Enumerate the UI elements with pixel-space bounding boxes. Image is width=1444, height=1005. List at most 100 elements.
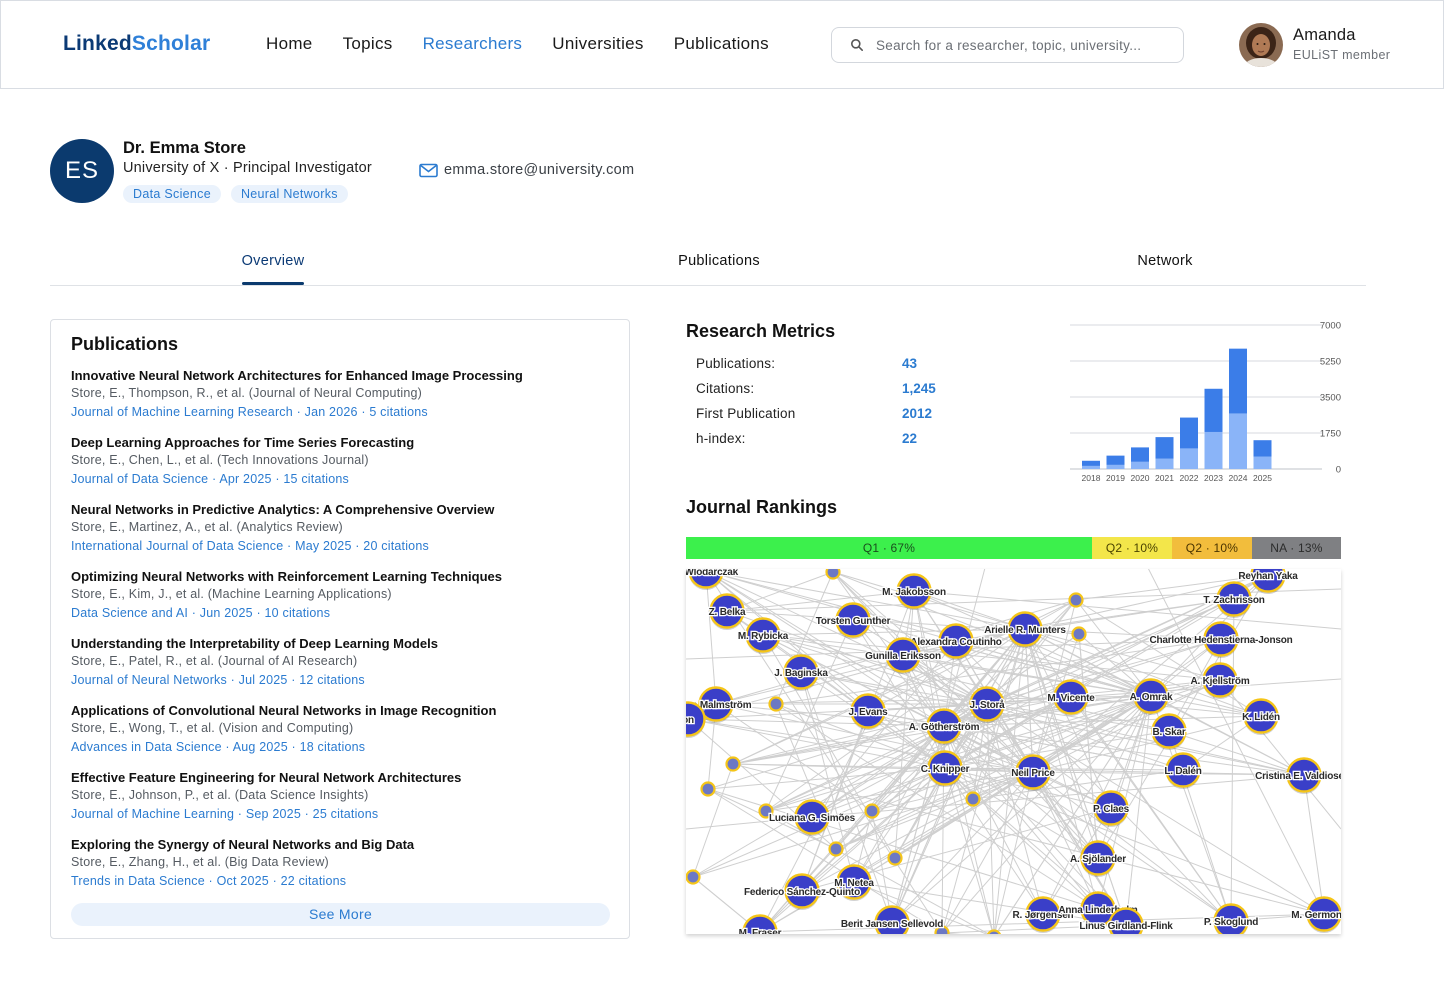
publication-item[interactable]: Effective Feature Engineering for Neural…: [71, 770, 611, 837]
network-node[interactable]: Cristina E. Valdiosera: [1254, 757, 1341, 795]
bar-segment[interactable]: [1106, 455, 1125, 465]
user-avatar[interactable]: [1239, 23, 1283, 67]
bar-segment[interactable]: [1229, 413, 1247, 469]
publication-item[interactable]: Innovative Neural Network Architectures …: [71, 368, 611, 435]
network-node[interactable]: B. Skar: [1151, 713, 1187, 751]
network-node-label: A. Götherström: [909, 722, 980, 733]
tag-data-science[interactable]: Data Science: [123, 185, 221, 203]
profile-email[interactable]: emma.store@university.com: [419, 162, 634, 178]
publication-title[interactable]: Effective Feature Engineering for Neural…: [71, 770, 611, 785]
publication-item[interactable]: Optimizing Neural Networks with Reinforc…: [71, 569, 611, 636]
network-node-label: B. Skar: [1152, 727, 1185, 738]
bar-segment[interactable]: [1082, 465, 1100, 469]
publication-authors: Store, E., Patel, R., et al. (Journal of…: [71, 654, 358, 668]
publication-journal-link[interactable]: Trends in Data Science · Oct 2025 · 22 c…: [71, 874, 611, 888]
bar-segment[interactable]: [1131, 461, 1149, 469]
tag-neural-networks[interactable]: Neural Networks: [230, 185, 348, 203]
ranking-segment[interactable]: Q1 · 67%: [686, 537, 1093, 559]
search-input[interactable]: [876, 34, 1172, 56]
bar-segment[interactable]: [1204, 431, 1223, 469]
x-tick-label: 2019: [1106, 473, 1125, 483]
network-minor-node[interactable]: [1071, 626, 1087, 642]
ranking-segment[interactable]: NA · 13%: [1251, 537, 1341, 559]
network-node-label: M. Germonpré: [1291, 910, 1341, 921]
user-name: Amanda: [1293, 26, 1356, 44]
network-node[interactable]: P. Skoglund: [1203, 903, 1260, 935]
network-edge: [705, 570, 717, 705]
publication-item[interactable]: Neural Networks in Predictive Analytics:…: [71, 502, 611, 569]
network-minor-node[interactable]: [965, 791, 981, 807]
bar-segment[interactable]: [1131, 447, 1149, 462]
network-node-label: K. Lidén: [1242, 712, 1280, 723]
nav-item-universities[interactable]: Universities: [552, 34, 643, 54]
nav-item-publications[interactable]: Publications: [674, 34, 769, 54]
network-minor-node[interactable]: [825, 569, 841, 580]
publication-journal-link[interactable]: Journal of Machine Learning · Sep 2025 ·…: [71, 807, 611, 821]
network-minor-node[interactable]: [828, 841, 844, 857]
tab-overview[interactable]: Overview: [242, 253, 305, 269]
publication-title[interactable]: Understanding the Interpretability of De…: [71, 636, 611, 651]
network-minor-node[interactable]: [864, 803, 880, 819]
bar-segment[interactable]: [1253, 440, 1272, 457]
publication-item[interactable]: Exploring the Synergy of Neural Networks…: [71, 837, 611, 904]
ranking-segment[interactable]: Q2 · 10%: [1092, 537, 1172, 559]
network-node[interactable]: M. Germonpré: [1290, 896, 1341, 934]
publication-item[interactable]: Understanding the Interpretability of De…: [71, 636, 611, 703]
publication-journal-link[interactable]: Advances in Data Science · Aug 2025 · 18…: [71, 740, 611, 754]
publication-title[interactable]: Exploring the Synergy of Neural Networks…: [71, 837, 611, 852]
metric-label-first-publication: First Publication: [696, 406, 796, 421]
publication-journal-link[interactable]: Data Science and AI · Jun 2025 · 10 cita…: [71, 606, 611, 620]
publication-title[interactable]: Optimizing Neural Networks with Reinforc…: [71, 569, 611, 584]
network-minor-node[interactable]: [887, 850, 903, 866]
bar-segment[interactable]: [1082, 460, 1100, 466]
publication-item[interactable]: Applications of Convolutional Neural Net…: [71, 703, 611, 770]
publication-title[interactable]: Applications of Convolutional Neural Net…: [71, 703, 611, 718]
publication-journal-link[interactable]: Journal of Machine Learning Research · J…: [71, 405, 611, 419]
user-photo-icon: [1239, 23, 1283, 67]
journal-rankings-title: Journal Rankings: [686, 497, 838, 517]
network-minor-node[interactable]: [725, 756, 741, 772]
publication-authors: Store, E., Kim, J., et al. (Machine Lear…: [71, 587, 392, 601]
app-logo[interactable]: LinkedScholar: [63, 32, 210, 56]
bar-segment[interactable]: [1106, 464, 1125, 469]
email-address: emma.store@university.com: [444, 162, 635, 178]
bar-segment[interactable]: [1180, 417, 1198, 449]
nav-item-researchers[interactable]: Researchers: [423, 34, 523, 54]
x-tick-label: 2018: [1082, 473, 1101, 483]
nav-item-home[interactable]: Home: [266, 34, 313, 54]
network-node[interactable]: L. Dalén: [1163, 752, 1203, 790]
metric-value-h-index: 22: [902, 431, 918, 446]
network-minor-node[interactable]: [1068, 592, 1084, 608]
y-tick-label: 3500: [1320, 393, 1341, 404]
publication-item[interactable]: Deep Learning Approaches for Time Series…: [71, 435, 611, 502]
publication-journal-link[interactable]: Journal of Neural Networks · Jul 2025 · …: [71, 673, 611, 687]
bar-segment[interactable]: [1253, 456, 1272, 469]
network-minor-node[interactable]: [700, 781, 716, 797]
see-more-button[interactable]: See More: [71, 903, 610, 926]
bar-segment[interactable]: [1155, 458, 1174, 469]
mail-icon: [419, 163, 438, 177]
network-minor-node[interactable]: [686, 869, 701, 885]
tab-network[interactable]: Network: [1137, 253, 1192, 269]
publication-title[interactable]: Deep Learning Approaches for Time Series…: [71, 435, 611, 450]
nav-item-topics[interactable]: Topics: [343, 34, 393, 54]
publication-journal-link[interactable]: International Journal of Data Science · …: [71, 539, 611, 553]
publication-journal-link[interactable]: Journal of Data Science · Apr 2025 · 15 …: [71, 472, 611, 486]
network-node[interactable]: K. Lidén: [1241, 698, 1282, 736]
network-minor-node[interactable]: [768, 696, 784, 712]
network-minor-node[interactable]: [987, 929, 1001, 935]
publication-title[interactable]: Neural Networks in Predictive Analytics:…: [71, 502, 611, 517]
ranking-segment[interactable]: Q2 · 10%: [1172, 537, 1252, 559]
logo-text-linked: Linked: [63, 32, 132, 55]
bar-segment[interactable]: [1180, 448, 1198, 469]
tab-publications[interactable]: Publications: [678, 253, 760, 269]
publication-title[interactable]: Innovative Neural Network Architectures …: [71, 368, 611, 383]
bar-segment[interactable]: [1155, 437, 1174, 459]
network-graph[interactable]: M. Jakobsson Torsten Gunther Alexandra Cou…: [686, 569, 1341, 934]
bar-segment[interactable]: [1229, 348, 1247, 414]
bar-segment[interactable]: [1204, 388, 1223, 432]
metric-value-publications: 43: [902, 356, 918, 371]
network-node-label: L. Dalén: [1164, 766, 1201, 777]
network-node[interactable]: J. Baginska: [773, 654, 830, 692]
coauthor-network[interactable]: M. Jakobsson Torsten Gunther Alexandra Cou…: [686, 569, 1341, 934]
